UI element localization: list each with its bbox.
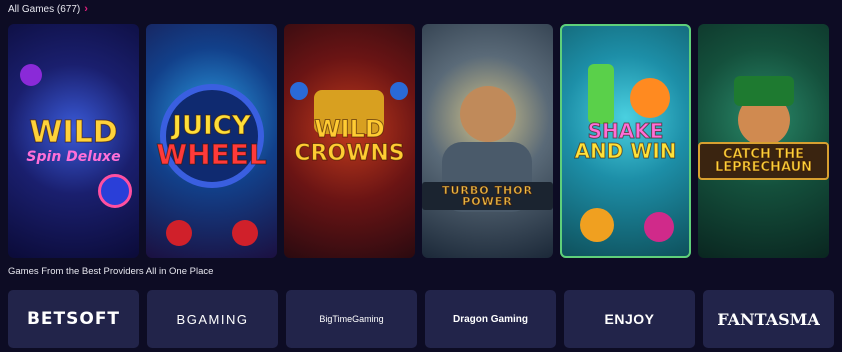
provider-card-dragon-gaming[interactable]: Dragon Gaming (425, 290, 556, 348)
fantasma-logo: FANTASMA (717, 309, 820, 329)
game-card-wild-spin-deluxe[interactable]: Wild Spin Deluxe (8, 24, 139, 258)
game-title: Wild Crowns (294, 115, 405, 166)
games-carousel: Wild Spin Deluxe Juicy Wheel Wild Crowns… (8, 24, 829, 258)
providers-header: Games From the Best Providers All in One… (8, 266, 214, 277)
game-card-wild-crowns[interactable]: Wild Crowns (284, 24, 415, 258)
chevron-right-icon: › (84, 2, 88, 15)
game-title: Shake and Win (574, 119, 677, 163)
provider-card-enjoy[interactable]: ENJOY (564, 290, 695, 348)
game-title: Wild Spin Deluxe (26, 115, 121, 165)
game-title: Catch the Leprechaun (698, 142, 829, 180)
provider-card-bgaming[interactable]: BGAMING (147, 290, 278, 348)
game-title: Juicy Wheel (156, 111, 267, 171)
provider-card-betsoft[interactable]: BETSOFT (8, 290, 139, 348)
enjoy-logo: ENJOY (604, 311, 655, 327)
game-card-catch-the-leprechaun[interactable]: Catch the Leprechaun (698, 24, 829, 258)
betsoft-logo: BETSOFT (26, 309, 121, 329)
game-title: TURBO THOR POWER (422, 182, 553, 210)
game-card-thor[interactable]: TURBO THOR POWER (422, 24, 553, 258)
game-card-shake-and-win[interactable]: Shake and Win (560, 24, 691, 258)
provider-card-bigtimegaming[interactable]: BigTimeGaming (286, 290, 417, 348)
game-card-juicy-wheel[interactable]: Juicy Wheel (146, 24, 277, 258)
bigtimegaming-logo: BigTimeGaming (319, 314, 384, 324)
provider-card-fantasma[interactable]: FANTASMA (703, 290, 834, 348)
dragon-gaming-logo: Dragon Gaming (452, 313, 528, 325)
all-games-title: All Games (677) (8, 3, 81, 15)
all-games-header[interactable]: All Games (677) › (8, 2, 88, 16)
providers-row: BETSOFT BGAMING BigTimeGaming Dragon Gam… (8, 290, 834, 348)
bgaming-logo: BGAMING (176, 311, 249, 327)
